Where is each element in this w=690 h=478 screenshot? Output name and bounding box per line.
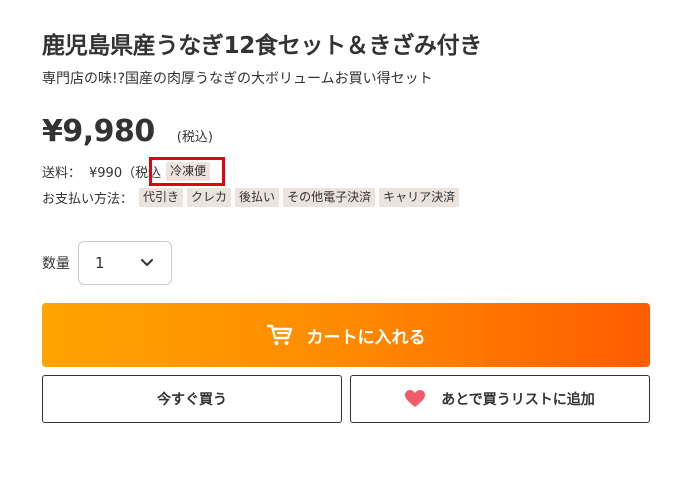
heart-icon (405, 390, 426, 407)
payment-row: お支払い方法： 代引き クレカ 後払い その他電子決済 キャリア決済 (42, 188, 463, 207)
add-to-cart-label: カートに入れる (306, 327, 426, 348)
quantity-label: 数量 (42, 256, 70, 272)
quantity-value: 1 (95, 254, 105, 272)
add-to-wishlist-button[interactable]: あとで買うリストに追加 (350, 375, 650, 423)
tax-note: (税込) (176, 130, 213, 145)
payment-method-badge: 代引き (139, 188, 184, 207)
payment-method-badge: クレカ (187, 188, 232, 207)
add-to-wishlist-label: あとで買うリストに追加 (441, 392, 595, 408)
buy-now-button[interactable]: 今すぐ買う (42, 375, 342, 423)
payment-label: お支払い方法： (42, 192, 134, 207)
payment-method-badge: 後払い (235, 188, 280, 207)
price: ¥9,980 (42, 114, 155, 149)
product-subtitle: 専門店の味!?国産の肉厚うなぎの大ボリュームお買い得セット (42, 71, 433, 87)
shipping-row: 送料： ¥990（税込 冷凍便 (42, 157, 237, 186)
chevron-down-icon (141, 259, 153, 266)
price-row: ¥9,980 (税込) (42, 114, 213, 149)
buy-now-label: 今すぐ買う (157, 392, 227, 408)
add-to-cart-button[interactable]: カートに入れる (42, 303, 650, 367)
shipping-method-badge: 冷凍便 (166, 162, 211, 181)
payment-method-badge: キャリア決済 (379, 188, 460, 207)
quantity-row: 数量 1 (42, 241, 172, 285)
product-title: 鹿児島県産うなぎ12食セット＆きざみ付き (42, 33, 483, 59)
cart-icon (266, 324, 292, 345)
payment-method-badge: その他電子決済 (283, 188, 376, 207)
quantity-select[interactable]: 1 (78, 241, 172, 285)
shipping-label: 送料： (42, 166, 82, 181)
shipping-tag-highlight: 冷凍便 (149, 157, 226, 186)
